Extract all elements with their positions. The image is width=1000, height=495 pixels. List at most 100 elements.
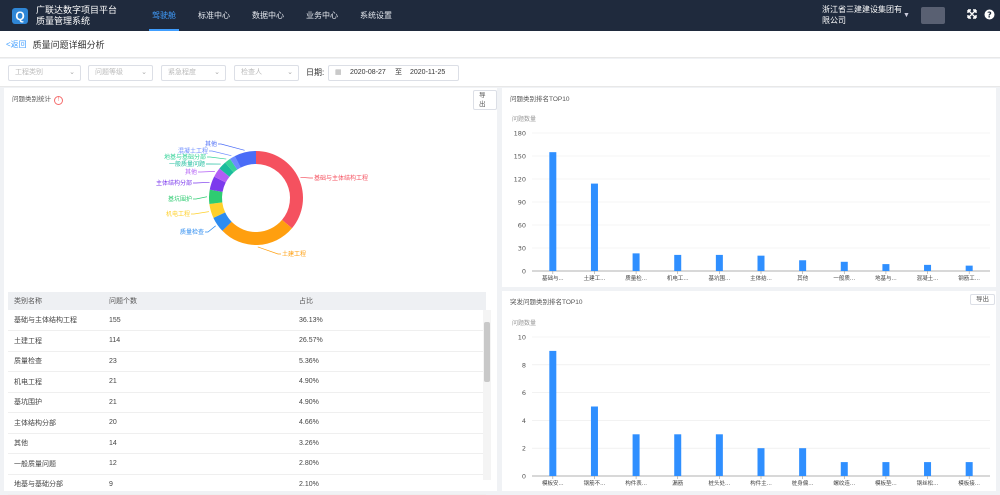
donut-chart: 基础与主体结构工程土建工程质量检查机电工程基坑围护主体结构分部其他一般质量问题地… [4, 98, 497, 298]
y-tick-label: 0 [522, 268, 526, 276]
table-row[interactable]: 地基与基础分部92.10% [8, 474, 486, 495]
donut-leader-line [198, 171, 215, 172]
donut-slice-label: 土建工程 [282, 250, 306, 258]
chevron-down-icon: ⌄ [69, 66, 75, 80]
urgency-select[interactable]: 紧急程度⌄ [161, 65, 226, 81]
bar [549, 351, 556, 476]
sudden-issue-ranking-chart: 问题数量0246810模板安...钢筋不...构件表...漏筋桩头处...构件主… [502, 291, 996, 491]
bar [674, 434, 681, 476]
cell-count: 114 [103, 331, 293, 352]
chevron-down-icon[interactable]: ▼ [903, 12, 910, 19]
company-selector[interactable]: 浙江省三建建设集团有 限公司 [822, 4, 902, 26]
page-title: 质量问题详细分析 [33, 38, 105, 51]
brand-line-1: 广联达数字项目平台 [36, 5, 131, 16]
y-axis-title: 问题数量 [512, 319, 536, 327]
donut-slice [256, 151, 303, 228]
bar [966, 462, 973, 476]
column-header-category: 类别名称 [8, 292, 103, 310]
bar [841, 462, 848, 476]
inspector-select[interactable]: 检查人 ⌄ [234, 65, 299, 81]
cell-ratio: 5.36% [293, 351, 486, 372]
calendar-icon: ▦ [335, 66, 342, 80]
column-header-ratio: 占比 [293, 292, 486, 310]
fullscreen-icon[interactable] [966, 9, 978, 21]
x-tick-label: 模板垫... [875, 479, 897, 487]
table-row[interactable]: 土建工程11426.57% [8, 331, 486, 352]
cell-count: 21 [103, 372, 293, 393]
bar [841, 262, 848, 271]
date-range-picker[interactable]: ▦ 2020-08-27 至 2020-11-25 [328, 65, 459, 81]
y-tick-label: 10 [518, 334, 526, 342]
x-tick-label: 质量检... [625, 274, 647, 282]
scrollbar-thumb[interactable] [484, 322, 490, 382]
table-row[interactable]: 主体结构分部204.66% [8, 413, 486, 434]
table-row[interactable]: 质量检查235.36% [8, 351, 486, 372]
table-row[interactable]: 机电工程214.90% [8, 372, 486, 393]
y-tick-label: 6 [522, 389, 526, 397]
nav-standards-center[interactable]: 标准中心 [187, 0, 241, 31]
inspector-placeholder: 检查人 [241, 69, 262, 76]
bar [882, 462, 889, 476]
x-tick-label: 模板接... [958, 479, 980, 487]
x-tick-label: 其他 [797, 274, 809, 282]
bar [799, 448, 806, 476]
company-name-line-1: 浙江省三建建设集团有 [822, 4, 902, 15]
cell-count: 21 [103, 392, 293, 413]
bar [716, 434, 723, 476]
main-nav: 驾驶舱 标准中心 数据中心 业务中心 系统设置 [141, 0, 403, 31]
bar [924, 265, 931, 271]
x-tick-label: 桩头处... [708, 479, 730, 487]
y-tick-label: 30 [518, 245, 526, 253]
table-row[interactable]: 一般质量问题122.80% [8, 454, 486, 475]
nav-cockpit[interactable]: 驾驶舱 [141, 0, 187, 31]
donut-leader-line [193, 197, 207, 199]
table-row[interactable]: 基础与主体结构工程15536.13% [8, 310, 486, 331]
help-icon[interactable]: ? [983, 9, 995, 21]
chevron-down-icon: ⌄ [287, 66, 293, 80]
x-tick-label: 钢筋工... [958, 274, 980, 282]
cell-category: 其他 [8, 433, 103, 454]
cell-ratio: 4.90% [293, 392, 486, 413]
y-tick-label: 180 [514, 130, 526, 138]
y-tick-label: 150 [514, 153, 526, 161]
category-ranking-panel: 问题类别排名TOP10 问题数量0306090120150180基础与...土建… [502, 88, 996, 287]
issue-level-select[interactable]: 问题等级⌄ [88, 65, 153, 81]
bar [758, 256, 765, 271]
app-brand: 广联达数字项目平台 质量管理系统 [36, 5, 131, 27]
x-tick-label: 机电工... [667, 274, 689, 282]
company-name-line-2: 限公司 [822, 15, 902, 26]
y-tick-label: 120 [514, 176, 526, 184]
cell-count: 12 [103, 454, 293, 475]
bar [674, 255, 681, 271]
nav-system-settings[interactable]: 系统设置 [349, 0, 403, 31]
nav-business-center[interactable]: 业务中心 [295, 0, 349, 31]
x-tick-label: 构件主... [750, 479, 772, 487]
x-tick-label: 螺纹连... [833, 479, 855, 487]
y-tick-label: 60 [518, 222, 526, 230]
bar [549, 152, 556, 271]
donut-leader-line [218, 144, 245, 150]
chevron-down-icon: ⌄ [214, 66, 220, 80]
project-category-select[interactable]: 工程类别⌄ [8, 65, 81, 81]
date-end[interactable]: 2020-11-25 [410, 66, 445, 80]
bar [799, 260, 806, 271]
app-logo[interactable]: Q [12, 8, 28, 24]
table-row[interactable]: 基坑围护214.90% [8, 392, 486, 413]
cell-count: 20 [103, 413, 293, 434]
table-row[interactable]: 其他143.26% [8, 433, 486, 454]
cell-count: 9 [103, 474, 293, 495]
x-tick-label: 桩身偏... [792, 479, 814, 487]
donut-leader-line [207, 157, 226, 159]
back-link[interactable]: <返回 [6, 39, 27, 50]
table-scrollbar[interactable] [483, 310, 491, 480]
x-tick-label: 钢丝松... [917, 479, 939, 487]
date-start[interactable]: 2020-08-27 [350, 66, 386, 80]
donut-slice [209, 190, 223, 204]
donut-slice-label: 基础与主体结构工程 [314, 174, 368, 182]
bar [716, 255, 723, 271]
cell-count: 23 [103, 351, 293, 372]
nav-data-center[interactable]: 数据中心 [241, 0, 295, 31]
donut-slice [222, 220, 292, 245]
y-tick-label: 4 [522, 417, 526, 425]
user-avatar[interactable] [921, 7, 945, 24]
